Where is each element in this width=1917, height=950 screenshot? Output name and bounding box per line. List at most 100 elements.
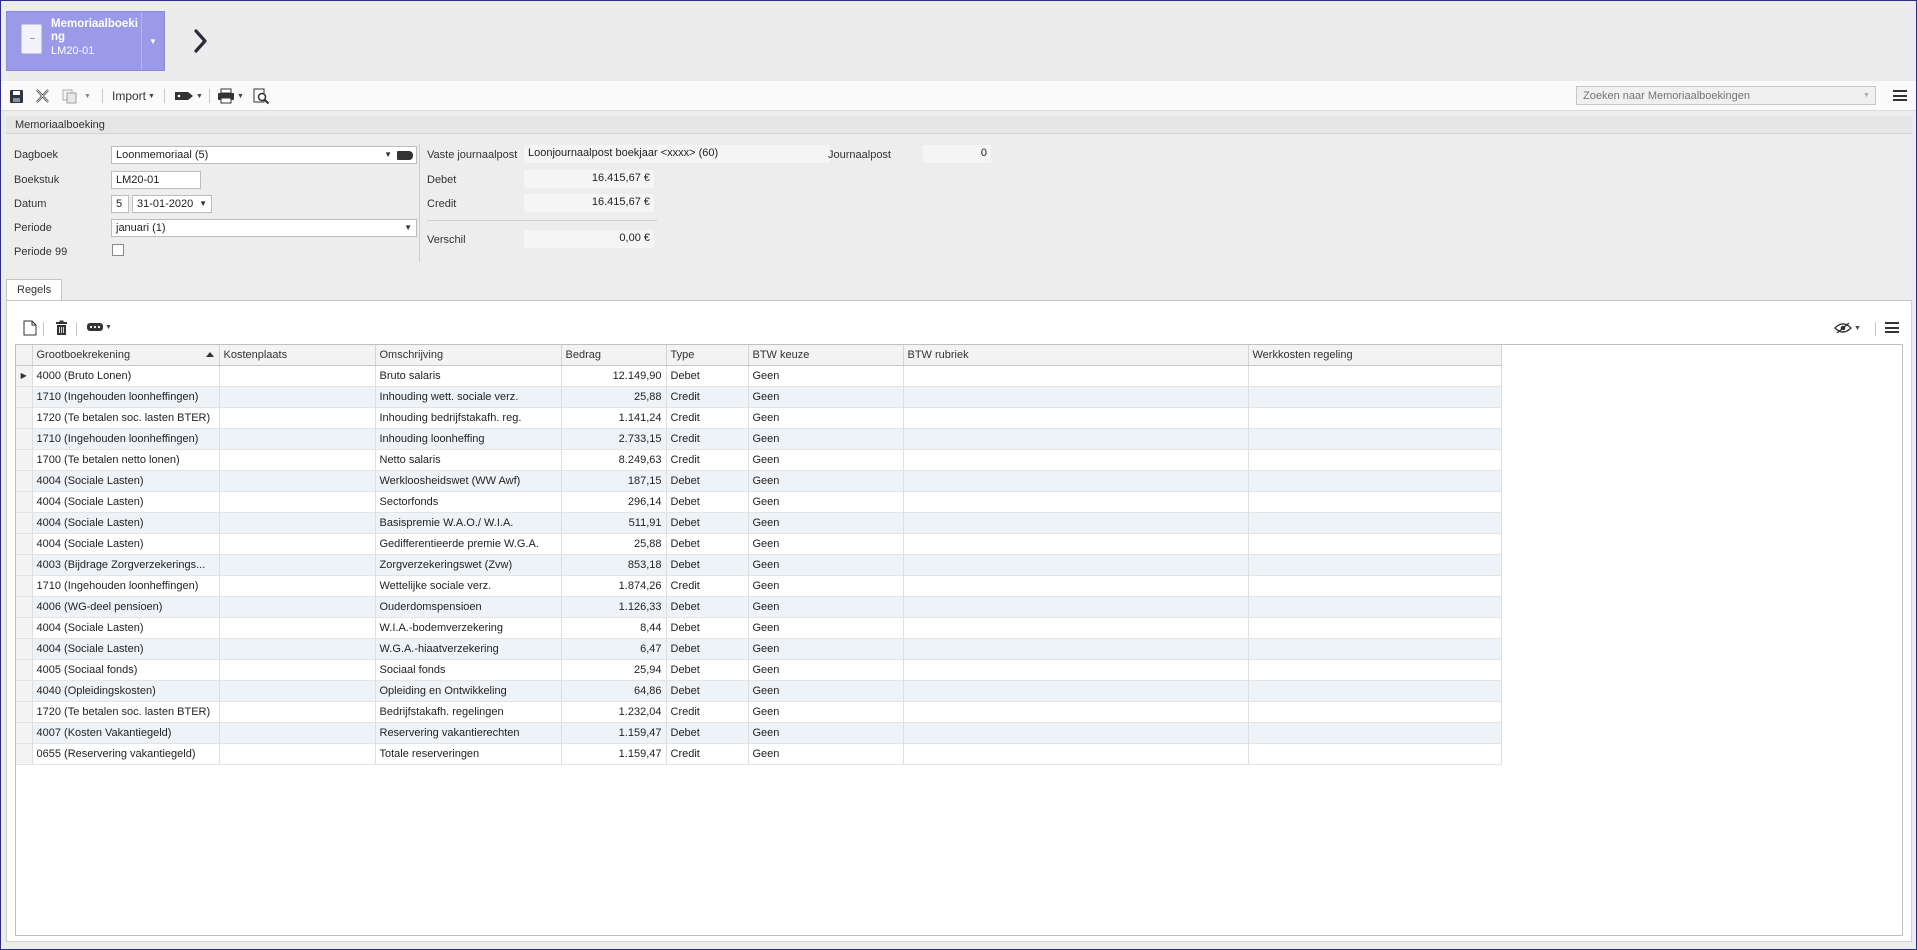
cell-werkkosten-regeling[interactable] <box>1248 701 1502 723</box>
cell-werkkosten-regeling[interactable] <box>1248 512 1502 534</box>
cell-kostenplaats[interactable] <box>219 617 376 639</box>
cell-kostenplaats[interactable] <box>219 722 376 744</box>
column-header-bedrag[interactable]: Bedrag <box>561 345 667 366</box>
column-visibility-button[interactable]: ▼ <box>1834 322 1861 334</box>
cell-bedrag[interactable]: 25,94 <box>561 659 667 681</box>
cell-werkkosten-regeling[interactable] <box>1248 680 1502 702</box>
cell-werkkosten-regeling[interactable] <box>1248 365 1502 387</box>
cell-omschrijving[interactable]: Opleiding en Ontwikkeling <box>375 680 562 702</box>
cell-kostenplaats[interactable] <box>219 449 376 471</box>
cell-grootboekrekening[interactable]: 4004 (Sociale Lasten) <box>32 491 220 513</box>
row-selector[interactable] <box>16 491 33 513</box>
cell-omschrijving[interactable]: Sectorfonds <box>375 491 562 513</box>
cell-type[interactable]: Debet <box>666 638 749 660</box>
cell-grootboekrekening[interactable]: 1710 (Ingehouden loonheffingen) <box>32 428 220 450</box>
cell-bedrag[interactable]: 1.126,33 <box>561 596 667 618</box>
cell-type[interactable]: Debet <box>666 722 749 744</box>
cell-type[interactable]: Debet <box>666 680 749 702</box>
cell-type[interactable]: Debet <box>666 617 749 639</box>
cell-omschrijving[interactable]: Gedifferentieerde premie W.G.A. <box>375 533 562 555</box>
cell-werkkosten-regeling[interactable] <box>1248 470 1502 492</box>
cell-kostenplaats[interactable] <box>219 533 376 555</box>
copy-button[interactable]: ▼ <box>62 86 91 106</box>
table-row[interactable]: 1710 (Ingehouden loonheffingen) Wettelijk… <box>16 575 1502 597</box>
cell-werkkosten-regeling[interactable] <box>1248 659 1502 681</box>
table-row[interactable]: 4004 (Sociale Lasten) W.I.A.-bodemverzeke… <box>16 617 1502 639</box>
row-selector[interactable] <box>16 701 33 723</box>
cell-bedrag[interactable]: 8,44 <box>561 617 667 639</box>
cell-btw-rubriek[interactable] <box>903 722 1249 744</box>
cell-bedrag[interactable]: 8.249,63 <box>561 449 667 471</box>
cell-bedrag[interactable]: 853,18 <box>561 554 667 576</box>
cell-btw-rubriek[interactable] <box>903 491 1249 513</box>
cell-btw-rubriek[interactable] <box>903 575 1249 597</box>
cell-type[interactable]: Debet <box>666 554 749 576</box>
cell-type[interactable]: Credit <box>666 449 749 471</box>
document-tile[interactable]: Memoriaalboeking LM20-01 ▼ <box>6 11 165 71</box>
cell-btw-keuze[interactable]: Geen <box>748 617 904 639</box>
row-selector[interactable] <box>16 659 33 681</box>
row-selector[interactable] <box>16 512 33 534</box>
cell-btw-keuze[interactable]: Geen <box>748 722 904 744</box>
cell-werkkosten-regeling[interactable] <box>1248 554 1502 576</box>
cell-type[interactable]: Credit <box>666 407 749 429</box>
cell-grootboekrekening[interactable]: 1710 (Ingehouden loonheffingen) <box>32 575 220 597</box>
cell-btw-keuze[interactable]: Geen <box>748 701 904 723</box>
cell-btw-keuze[interactable]: Geen <box>748 743 904 765</box>
cell-kostenplaats[interactable] <box>219 659 376 681</box>
table-row[interactable]: 4004 (Sociale Lasten) Sectorfonds 296,14 De… <box>16 491 1502 513</box>
cell-kostenplaats[interactable] <box>219 680 376 702</box>
cell-grootboekrekening[interactable]: 4004 (Sociale Lasten) <box>32 533 220 555</box>
cell-werkkosten-regeling[interactable] <box>1248 449 1502 471</box>
cell-type[interactable]: Debet <box>666 533 749 555</box>
cell-bedrag[interactable]: 64,86 <box>561 680 667 702</box>
cell-kostenplaats[interactable] <box>219 701 376 723</box>
cell-btw-keuze[interactable]: Geen <box>748 386 904 408</box>
cell-btw-rubriek[interactable] <box>903 407 1249 429</box>
cell-grootboekrekening[interactable]: 4040 (Opleidingskosten) <box>32 680 220 702</box>
cell-btw-keuze[interactable]: Geen <box>748 680 904 702</box>
chevron-right-icon[interactable] <box>191 28 211 54</box>
table-row[interactable]: 4003 (Bijdrage Zorgverzekerings... Zorgve… <box>16 554 1502 576</box>
cell-type[interactable]: Credit <box>666 743 749 765</box>
cell-bedrag[interactable]: 296,14 <box>561 491 667 513</box>
cell-omschrijving[interactable]: Netto salaris <box>375 449 562 471</box>
row-selector[interactable] <box>16 722 33 744</box>
cell-werkkosten-regeling[interactable] <box>1248 428 1502 450</box>
cell-kostenplaats[interactable] <box>219 491 376 513</box>
periode-select[interactable]: januari (1) ▼ <box>111 219 417 237</box>
cell-type[interactable]: Debet <box>666 491 749 513</box>
cell-bedrag[interactable]: 1.874,26 <box>561 575 667 597</box>
cell-omschrijving[interactable]: W.G.A.-hiaatverzekering <box>375 638 562 660</box>
cell-btw-rubriek[interactable] <box>903 512 1249 534</box>
column-header-omschrijving[interactable]: Omschrijving <box>375 345 562 366</box>
row-selector[interactable] <box>16 428 33 450</box>
cell-grootboekrekening[interactable]: 1720 (Te betalen soc. lasten BTER) <box>32 701 220 723</box>
cell-btw-keuze[interactable]: Geen <box>748 659 904 681</box>
cell-btw-rubriek[interactable] <box>903 680 1249 702</box>
table-row[interactable]: ▶ 4000 (Bruto Lonen) Bruto salaris 12.149,9… <box>16 365 1502 387</box>
cell-bedrag[interactable]: 1.141,24 <box>561 407 667 429</box>
cell-btw-rubriek[interactable] <box>903 533 1249 555</box>
dagboek-select[interactable]: Loonmemoriaal (5) ▼ <box>111 146 417 164</box>
table-row[interactable]: 4004 (Sociale Lasten) Gedifferentieerde p… <box>16 533 1502 555</box>
cell-omschrijving[interactable]: Bedrijfstakafh. regelingen <box>375 701 562 723</box>
periode99-checkbox[interactable] <box>112 244 124 256</box>
row-selector[interactable] <box>16 449 33 471</box>
cell-type[interactable]: Credit <box>666 575 749 597</box>
cell-grootboekrekening[interactable]: 1700 (Te betalen netto lonen) <box>32 449 220 471</box>
save-button[interactable] <box>9 86 24 106</box>
cell-omschrijving[interactable]: W.I.A.-bodemverzekering <box>375 617 562 639</box>
cell-werkkosten-regeling[interactable] <box>1248 407 1502 429</box>
tag-menu-button[interactable]: ▼ <box>174 86 203 106</box>
cell-kostenplaats[interactable] <box>219 638 376 660</box>
cell-grootboekrekening[interactable]: 4004 (Sociale Lasten) <box>32 638 220 660</box>
cell-omschrijving[interactable]: Reservering vakantierechten <box>375 722 562 744</box>
column-header-werkkosten-regeling[interactable]: Werkkosten regeling <box>1248 345 1502 366</box>
cell-omschrijving[interactable]: Inhouding wett. sociale verz. <box>375 386 562 408</box>
table-row[interactable]: 4005 (Sociaal fonds) Sociaal fonds 25,94 De… <box>16 659 1502 681</box>
cell-omschrijving[interactable]: Sociaal fonds <box>375 659 562 681</box>
cell-kostenplaats[interactable] <box>219 575 376 597</box>
cell-btw-keuze[interactable]: Geen <box>748 596 904 618</box>
column-header-btw-keuze[interactable]: BTW keuze <box>748 345 904 366</box>
